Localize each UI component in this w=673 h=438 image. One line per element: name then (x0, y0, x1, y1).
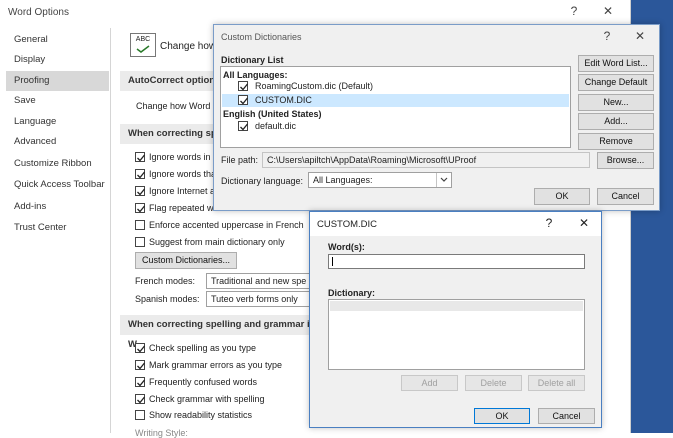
checkbox-flag-repeated[interactable] (135, 203, 146, 213)
custom-dic-title: CUSTOM.DIC (317, 219, 377, 230)
edit-word-list-button[interactable]: Edit Word List... (578, 55, 654, 72)
chevron-down-icon (436, 173, 451, 187)
label-grammar-spelling: Check grammar with spelling (149, 394, 265, 404)
french-modes-select[interactable]: Traditional and new spe (206, 273, 310, 289)
checkbox-ignore-internet[interactable] (135, 186, 146, 196)
checkbox-enforce-french[interactable] (135, 220, 145, 230)
french-modes-label: French modes: (135, 276, 196, 286)
new-button[interactable]: New... (578, 94, 654, 111)
dict-language-select[interactable]: All Languages: (308, 172, 452, 188)
checkbox-confused-words[interactable] (135, 377, 146, 387)
custom-dic-cancel-button[interactable]: Cancel (538, 408, 595, 424)
label-confused-words: Frequently confused words (149, 377, 258, 387)
delete-all-button[interactable]: Delete all (528, 375, 585, 391)
nav-item-save[interactable]: Save (6, 91, 109, 111)
dict-label-default: default.dic (255, 121, 297, 131)
custom-dictionaries-cancel-button[interactable]: Cancel (597, 188, 654, 205)
label-readability: Show readability statistics (149, 410, 253, 420)
text-caret (332, 257, 333, 266)
label-ignore-uppercase: Ignore words in (149, 152, 211, 162)
dict-check-default[interactable] (238, 121, 249, 131)
label-mark-grammar: Mark grammar errors as you type (149, 360, 283, 370)
change-default-button[interactable]: Change Default (578, 74, 654, 91)
nav-item-language[interactable]: Language (6, 112, 109, 132)
custom-dictionaries-close-button[interactable]: ✕ (632, 29, 648, 43)
nav-item-add-ins[interactable]: Add-ins (6, 197, 109, 217)
dict-language-label: Dictionary language: (221, 176, 304, 186)
nav-item-display[interactable]: Display (6, 50, 109, 70)
checkbox-ignore-uppercase[interactable] (135, 152, 146, 162)
spanish-modes-label: Spanish modes: (135, 294, 200, 304)
file-path-field: C:\Users\apiltch\AppData\Roaming\Microso… (262, 152, 590, 168)
dict-check-custom[interactable] (238, 95, 249, 105)
dict-item-default[interactable]: default.dic (222, 120, 569, 133)
checkbox-mark-grammar[interactable] (135, 360, 146, 370)
checkbox-readability[interactable] (135, 410, 145, 420)
custom-dictionaries-button[interactable]: Custom Dictionaries... (135, 252, 237, 269)
file-path-label: File path: (221, 155, 259, 165)
add-word-button[interactable]: Add (401, 375, 458, 391)
add-button[interactable]: Add... (578, 113, 654, 130)
proofing-header-text: Change how (160, 41, 217, 52)
label-ignore-internet: Ignore Internet a (149, 186, 216, 196)
dictionary-list-label: Dictionary List (221, 55, 284, 65)
group-all-languages: All Languages: (223, 70, 288, 80)
writing-style-label: Writing Style: (135, 428, 188, 438)
dict-label-custom: CUSTOM.DIC (255, 95, 312, 105)
dict-check-roaming[interactable] (238, 81, 249, 91)
custom-dictionaries-ok-button[interactable]: OK (534, 188, 590, 205)
words-label: Word(s): (328, 242, 365, 252)
remove-button[interactable]: Remove (578, 133, 654, 150)
checkbox-check-spelling[interactable] (135, 343, 146, 353)
dict-label-roaming: RoamingCustom.dic (Default) (255, 81, 374, 91)
custom-dic-dialog: CUSTOM.DIC ? ✕ Word(s): Dictionary: Add … (309, 211, 602, 428)
label-check-spelling: Check spelling as you type (149, 343, 257, 353)
label-enforce-french: Enforce accented uppercase in French (149, 220, 304, 230)
dict-item-roaming[interactable]: RoamingCustom.dic (Default) (222, 80, 569, 93)
abc-icon-label: ABC (135, 36, 151, 43)
dict-language-value: All Languages: (313, 175, 373, 185)
word-list-first-row (330, 301, 583, 311)
custom-dictionaries-title: Custom Dictionaries (221, 32, 302, 42)
autocorrect-desc: Change how Word c (136, 101, 218, 111)
group-english-us: English (United States) (223, 109, 322, 119)
custom-dic-ok-button[interactable]: OK (474, 408, 530, 424)
dictionary-word-list[interactable] (328, 299, 585, 370)
custom-dic-close-button[interactable]: ✕ (576, 216, 592, 230)
nav-item-trust-center[interactable]: Trust Center (6, 218, 109, 238)
word-options-title: Word Options (8, 7, 69, 18)
label-suggest-main: Suggest from main dictionary only (149, 237, 285, 247)
label-ignore-numbers: Ignore words tha (149, 169, 217, 179)
checkbox-suggest-main[interactable] (135, 237, 145, 247)
nav-item-proofing[interactable]: Proofing (6, 71, 109, 91)
nav-item-customize-ribbon[interactable]: Customize Ribbon (6, 154, 109, 174)
words-input[interactable] (328, 254, 585, 269)
browse-button[interactable]: Browse... (597, 152, 654, 169)
spanish-modes-select[interactable]: Tuteo verb forms only (206, 291, 310, 307)
checkbox-ignore-numbers[interactable] (135, 169, 146, 179)
dict-item-custom[interactable]: CUSTOM.DIC (222, 94, 569, 107)
dictionary-label: Dictionary: (328, 288, 376, 298)
custom-dictionaries-help-button[interactable]: ? (599, 29, 615, 43)
custom-dic-help-button[interactable]: ? (541, 216, 557, 230)
label-flag-repeated: Flag repeated wo (149, 203, 219, 213)
nav-item-advanced[interactable]: Advanced (6, 132, 109, 152)
nav-item-general[interactable]: General (6, 30, 109, 50)
nav-item-quick-access-toolbar[interactable]: Quick Access Toolbar (6, 175, 109, 195)
dictionary-listbox[interactable]: All Languages: RoamingCustom.dic (Defaul… (220, 66, 571, 148)
word-options-close-button[interactable]: ✕ (600, 4, 616, 18)
custom-dictionaries-dialog: Custom Dictionaries ? ✕ Dictionary List … (213, 24, 660, 211)
proofing-abc-icon: ABC (130, 33, 156, 57)
delete-word-button[interactable]: Delete (465, 375, 522, 391)
section-correcting-word: When correcting spelling and grammar in … (120, 315, 320, 350)
checkbox-grammar-spelling[interactable] (135, 394, 146, 404)
word-options-help-button[interactable]: ? (566, 4, 582, 18)
